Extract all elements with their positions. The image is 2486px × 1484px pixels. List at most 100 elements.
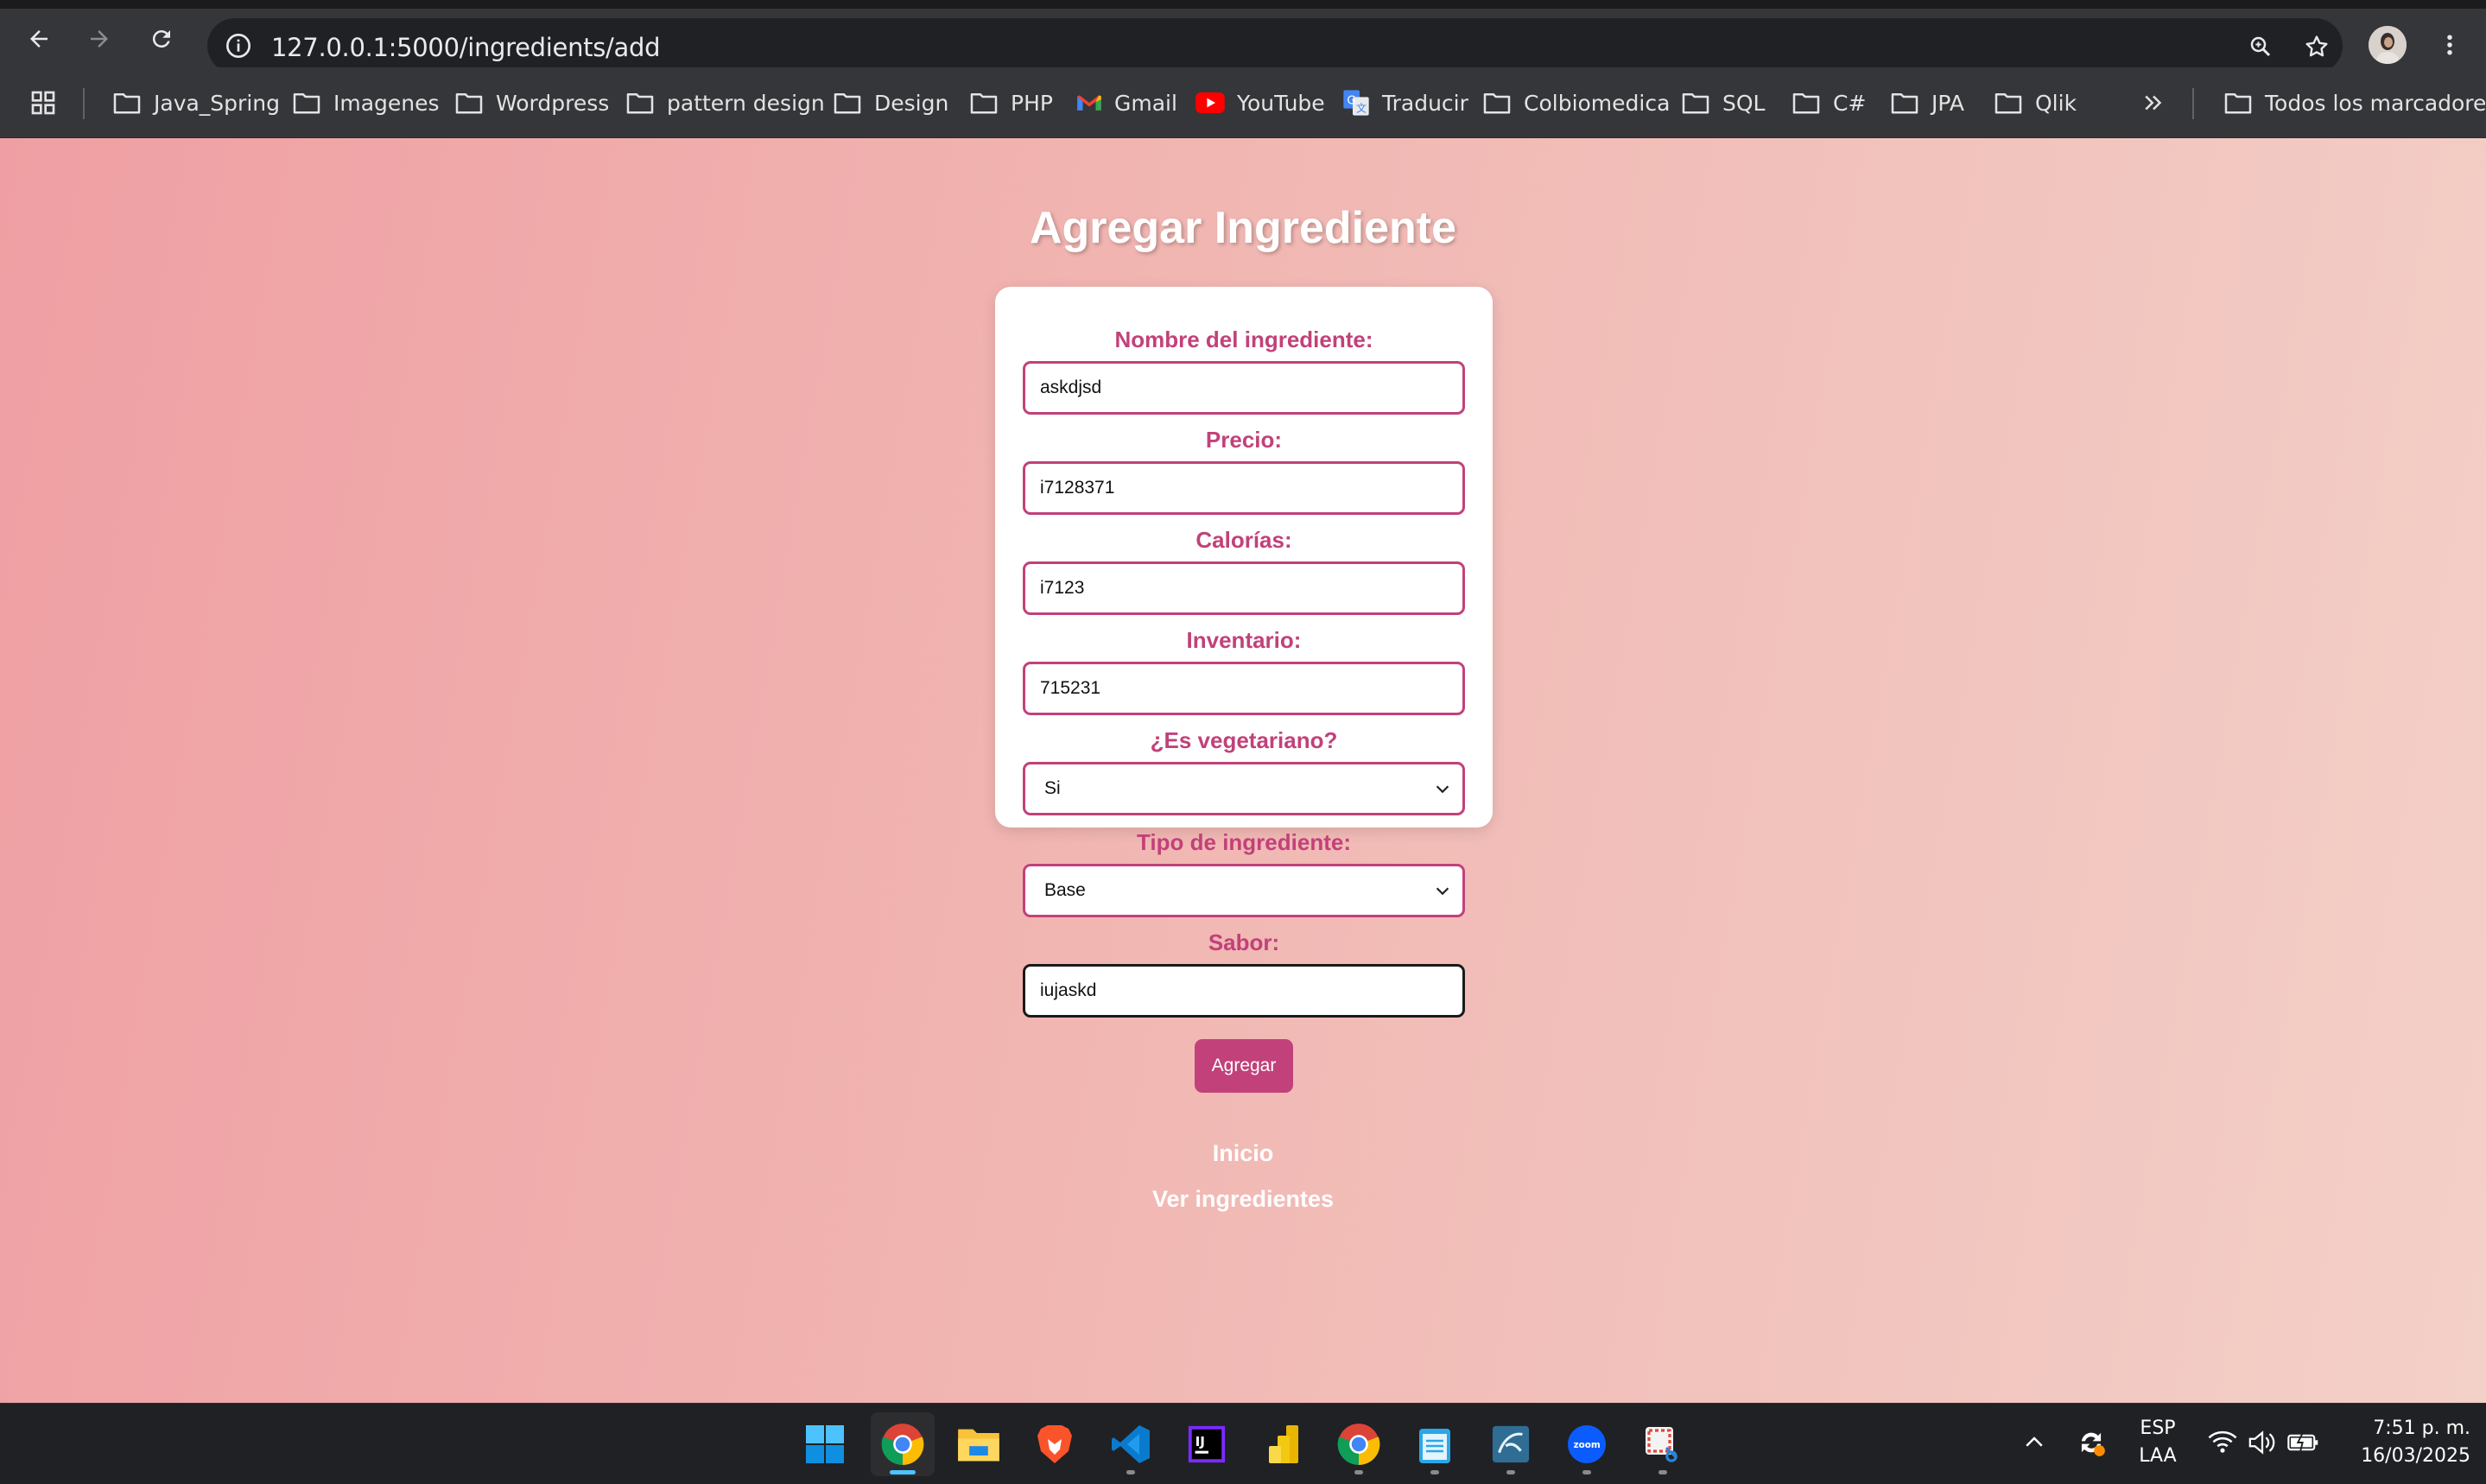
bookmark-wordpress[interactable]: Wordpress (454, 83, 609, 123)
back-arrow-icon (30, 30, 48, 48)
battery-charging-icon[interactable] (2287, 1430, 2320, 1460)
wifi-icon[interactable] (2208, 1430, 2237, 1460)
apps-grid-button[interactable] (29, 83, 57, 123)
bookmark-label: PHP (1011, 90, 1053, 116)
inventario-label: Inventario: (1186, 627, 1302, 653)
back-button[interactable] (19, 19, 59, 59)
clock-date[interactable]: 16/03/2025 (2332, 1445, 2470, 1467)
avatar-icon (2369, 26, 2407, 64)
browser-menu-button[interactable] (2431, 26, 2469, 64)
folder-icon (113, 92, 141, 114)
bookmark-sql[interactable]: SQL (1681, 83, 1765, 123)
brave-icon[interactable] (1023, 1412, 1087, 1476)
folder-icon (1682, 92, 1709, 114)
bookmark-gmail[interactable]: Gmail (1076, 83, 1177, 123)
forward-button[interactable] (79, 19, 119, 59)
folder-icon (1891, 92, 1918, 114)
kebab-menu-icon (2447, 35, 2452, 55)
mysql-workbench-icon[interactable] (1479, 1412, 1543, 1476)
chevron-down-icon (1436, 887, 1449, 896)
reload-button[interactable] (142, 19, 181, 59)
url-text: 127.0.0.1:5000/ingredients/add (271, 33, 661, 62)
folder-icon (293, 92, 320, 114)
address-bar[interactable]: 127.0.0.1:5000/ingredients/add (207, 18, 2343, 73)
intellij-icon[interactable]: IJ (1175, 1412, 1239, 1476)
inventario-input[interactable]: 715231 (1023, 662, 1465, 715)
file-explorer-icon[interactable] (947, 1412, 1011, 1476)
folder-icon (1483, 92, 1511, 114)
folder-icon (626, 92, 654, 114)
snipping-tool-icon[interactable] (1631, 1412, 1695, 1476)
site-info-icon[interactable] (219, 27, 257, 65)
svg-text:G: G (1347, 94, 1355, 107)
more-bookmarks-button[interactable] (2140, 83, 2166, 123)
page-title: Agregar Ingrediente (1029, 203, 1457, 253)
sync-update-icon[interactable] (2075, 1426, 2108, 1463)
calorias-value: i7123 (1040, 578, 1085, 598)
bookmark-imagenes[interactable]: Imagenes (292, 83, 440, 123)
inventario-value: 715231 (1040, 678, 1101, 698)
bookmark-jpa[interactable]: JPA (1890, 83, 1964, 123)
bookmarks-bar: Java_Spring Imagenes Wordpress pattern d… (0, 67, 2486, 138)
bookmark-label: Traducir (1382, 90, 1468, 116)
vegetariano-select[interactable]: Si (1023, 762, 1465, 815)
inicio-link: Inicio (0, 1140, 2486, 1167)
profile-avatar[interactable] (2369, 26, 2407, 64)
language-indicator[interactable]: ESP (2134, 1417, 2182, 1439)
bookmark-colbiomedica[interactable]: Colbiomedica (1482, 83, 1670, 123)
bookmark-pattern-design[interactable]: pattern design (625, 83, 825, 123)
calorias-label: Calorías: (1195, 527, 1292, 553)
bookmark-label: Colbiomedica (1524, 90, 1671, 116)
bookmark-label: Gmail (1114, 90, 1177, 116)
sabor-label: Sabor: (1208, 929, 1280, 955)
calorias-input[interactable]: i7123 (1023, 561, 1465, 615)
precio-value: i7128371 (1040, 478, 1115, 498)
svg-text:IJ: IJ (1195, 1434, 1205, 1449)
nombre-input[interactable]: askdjsd (1023, 361, 1465, 415)
bookmark-label: Design (874, 90, 949, 116)
bookmark-java-spring[interactable]: Java_Spring (112, 83, 280, 123)
forward-arrow-icon (91, 30, 108, 48)
bookmark-youtube[interactable]: YouTube (1195, 83, 1325, 123)
notepad-icon[interactable] (1403, 1412, 1467, 1476)
inicio-link-text[interactable]: Inicio (1213, 1140, 1274, 1166)
chrome-profile-icon[interactable] (1327, 1412, 1391, 1476)
ver-ingredientes-link: Ver ingredientes (0, 1186, 2486, 1213)
agregar-button[interactable]: Agregar (1195, 1039, 1293, 1093)
clock-time[interactable]: 7:51 p. m. (2332, 1417, 2470, 1439)
running-indicator (1658, 1470, 1667, 1474)
power-bi-icon[interactable] (1251, 1412, 1315, 1476)
bookmark-star-icon[interactable] (2297, 27, 2337, 67)
keyboard-layout-indicator[interactable]: LAA (2134, 1445, 2182, 1467)
bookmark-php[interactable]: PHP (969, 83, 1053, 123)
ingredient-form: Nombre del ingrediente: askdjsd Precio: … (995, 287, 1493, 1093)
vscode-icon[interactable] (1099, 1412, 1163, 1476)
all-bookmarks-button[interactable]: Todos los marcadores (2223, 83, 2486, 123)
windows-start-icon[interactable] (793, 1412, 857, 1476)
running-indicator (1126, 1470, 1135, 1474)
bookmark-qlik[interactable]: Qlik (1994, 83, 2077, 123)
bookmark-label: pattern design (667, 90, 825, 116)
bookmark-traducir[interactable]: G文 Traducir (1342, 83, 1468, 123)
volume-icon[interactable] (2248, 1430, 2277, 1460)
tipo-value: Base (1044, 880, 1086, 900)
bookmarks-separator (2192, 88, 2194, 119)
tipo-select[interactable]: Base (1023, 864, 1465, 917)
show-hidden-icons-chevron-up-icon[interactable] (2021, 1430, 2047, 1460)
window-top-strip (0, 0, 2486, 9)
chrome-icon[interactable] (871, 1412, 935, 1476)
page-viewport: Agregar Ingrediente Nombre del ingredien… (0, 138, 2486, 1403)
nombre-label: Nombre del ingrediente: (1114, 327, 1373, 352)
bookmark-label: C# (1833, 90, 1867, 116)
ver-ingredientes-link-text[interactable]: Ver ingredientes (1152, 1186, 1334, 1212)
zoom-icon[interactable] (2241, 27, 2280, 67)
bookmark-label: JPA (1931, 90, 1964, 116)
folder-icon (1995, 92, 2022, 114)
bookmark-csharp[interactable]: C# (1792, 83, 1866, 123)
sabor-input[interactable]: iujaskd (1023, 964, 1465, 1018)
active-indicator (890, 1470, 916, 1474)
precio-input[interactable]: i7128371 (1023, 461, 1465, 515)
bookmark-design[interactable]: Design (833, 83, 948, 123)
reload-icon (152, 30, 170, 48)
zoom-icon[interactable]: zoom (1555, 1412, 1619, 1476)
